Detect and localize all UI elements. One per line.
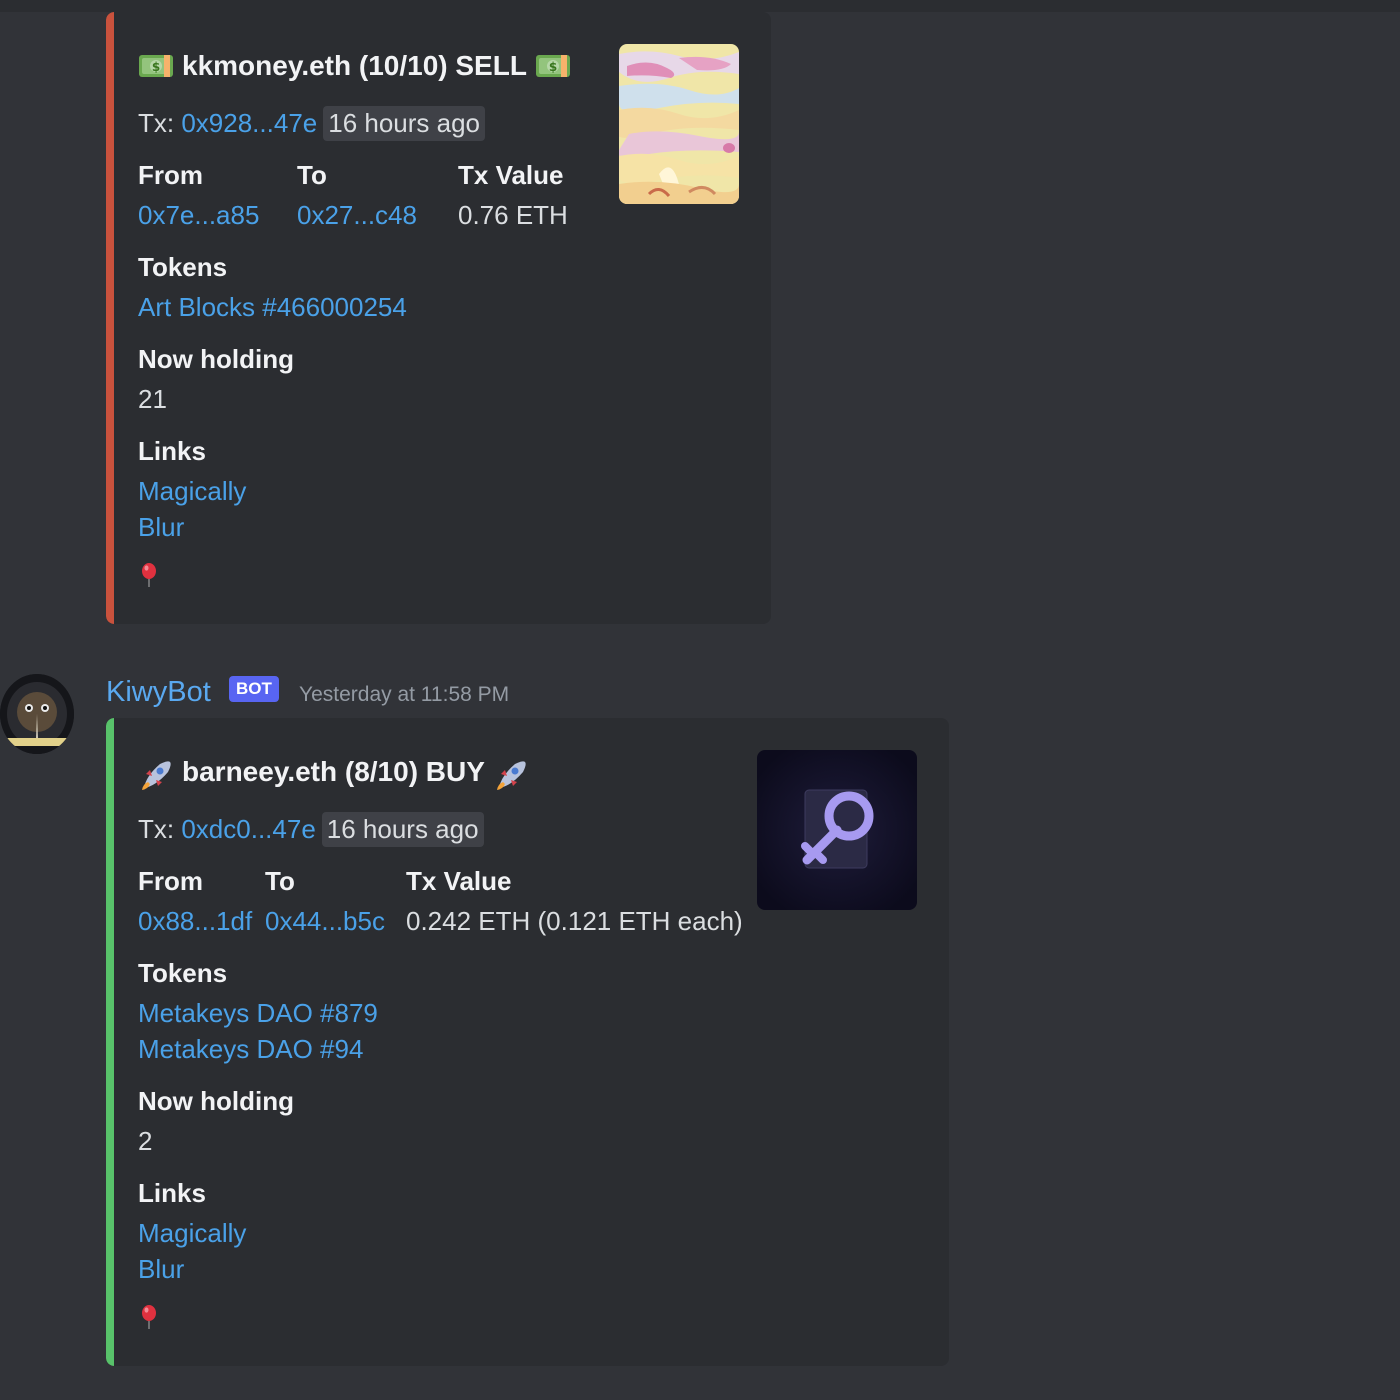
balloon-icon	[139, 562, 159, 588]
links-label: Links	[138, 436, 206, 466]
balloon-icon	[139, 1304, 159, 1330]
tx-time-chip[interactable]: 16 hours ago	[321, 812, 484, 847]
tx-hash-link[interactable]: 0xdc0...47e	[181, 814, 315, 845]
message-timestamp: Yesterday at 11:58 PM	[299, 683, 510, 706]
tokens-label: Tokens	[138, 252, 228, 282]
magically-link[interactable]: Magically	[138, 1218, 246, 1249]
embed-title-text: barneey.eth (8/10) BUY	[182, 756, 485, 787]
rocket-icon	[138, 758, 174, 790]
bot-badge: BOT	[229, 676, 279, 702]
now-holding-label: Now holding	[138, 1086, 294, 1116]
avatar[interactable]	[0, 674, 74, 754]
embed-accent-bar	[106, 718, 114, 1366]
embed-title-text: kkmoney.eth (10/10) SELL	[182, 50, 527, 81]
tx-line: Tx: 0xdc0...47e 16 hours ago	[138, 812, 484, 847]
blur-link[interactable]: Blur	[138, 512, 184, 543]
to-label: To	[297, 160, 327, 190]
nft-thumbnail[interactable]	[757, 750, 917, 910]
from-address-link[interactable]: 0x88...1df	[138, 906, 252, 937]
now-holding-value: 2	[138, 1126, 153, 1156]
from-address-link[interactable]: 0x7e...a85	[138, 200, 259, 231]
links-label: Links	[138, 1178, 206, 1208]
to-label: To	[265, 866, 295, 896]
tokens-label: Tokens	[138, 958, 228, 988]
token-link[interactable]: Metakeys DAO #879	[138, 998, 378, 1029]
tx-value-label: Tx Value	[406, 866, 512, 896]
token-link[interactable]: Metakeys DAO #94	[138, 1034, 363, 1065]
svg-text:$: $	[549, 60, 557, 74]
to-address-link[interactable]: 0x27...c48	[297, 200, 417, 231]
nft-thumbnail[interactable]	[619, 44, 739, 204]
tx-line: Tx: 0x928...47e 16 hours ago	[138, 106, 486, 141]
magically-link[interactable]: Magically	[138, 476, 246, 507]
now-holding-label: Now holding	[138, 344, 294, 374]
tx-hash-link[interactable]: 0x928...47e	[181, 108, 317, 139]
from-label: From	[138, 160, 203, 190]
author-username[interactable]: KiwyBot	[106, 676, 211, 709]
tx-value: 0.76 ETH	[458, 200, 568, 230]
token-link[interactable]: Art Blocks #466000254	[138, 292, 407, 323]
rocket-icon	[493, 758, 529, 790]
money-bill-icon: $	[138, 52, 174, 80]
previous-message-divider	[0, 0, 1400, 12]
tx-label: Tx:	[138, 814, 175, 844]
from-label: From	[138, 866, 203, 896]
blur-link[interactable]: Blur	[138, 1254, 184, 1285]
svg-text:$: $	[152, 60, 160, 74]
tx-time-chip[interactable]: 16 hours ago	[323, 106, 486, 141]
money-bill-icon: $	[535, 52, 571, 80]
tx-value: 0.242 ETH (0.121 ETH each)	[406, 906, 743, 936]
to-address-link[interactable]: 0x44...b5c	[265, 906, 385, 937]
tx-value-label: Tx Value	[458, 160, 564, 190]
embed-title: barneey.eth (8/10) BUY	[138, 756, 529, 790]
embed-accent-bar	[106, 12, 114, 624]
now-holding-value: 21	[138, 384, 167, 414]
embed-title: $ kkmoney.eth (10/10) SELL $	[138, 50, 571, 82]
tx-label: Tx:	[138, 108, 175, 138]
